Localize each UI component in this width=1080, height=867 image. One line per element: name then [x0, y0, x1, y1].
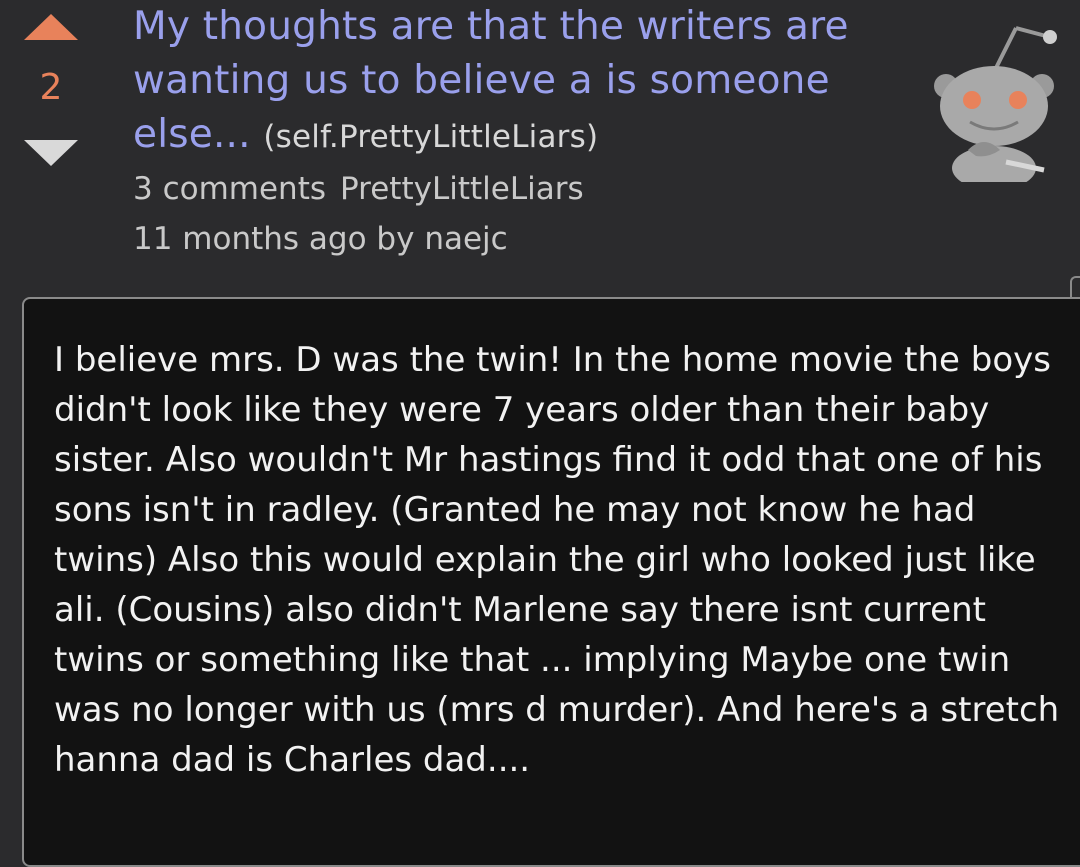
comment-box: I believe mrs. D was the twin! In the ho…: [22, 297, 1080, 867]
author-link[interactable]: naejc: [424, 221, 507, 257]
comments-link[interactable]: 3 comments: [133, 171, 326, 207]
vote-column: 2: [22, 10, 82, 170]
post-meta-line-2: 11 months ago by naejc: [133, 214, 893, 264]
post-title-line: My thoughts are that the writers are wan…: [133, 0, 893, 164]
subreddit-link[interactable]: PrettyLittleLiars: [340, 171, 584, 207]
post-age: 11 months ago: [133, 221, 367, 257]
post-domain[interactable]: (self.PrettyLittleLiars): [263, 119, 598, 155]
author-prefix: by: [376, 221, 415, 257]
post-meta-line-1: 3 comments PrettyLittleLiars: [133, 164, 893, 214]
comment-body: I believe mrs. D was the twin! In the ho…: [54, 340, 1060, 780]
reddit-alien-icon[interactable]: [928, 22, 1060, 190]
upvote-arrow-icon[interactable]: [24, 14, 78, 40]
downvote-arrow-icon[interactable]: [24, 140, 78, 166]
post-info: My thoughts are that the writers are wan…: [133, 0, 893, 264]
score: 2: [39, 67, 63, 108]
